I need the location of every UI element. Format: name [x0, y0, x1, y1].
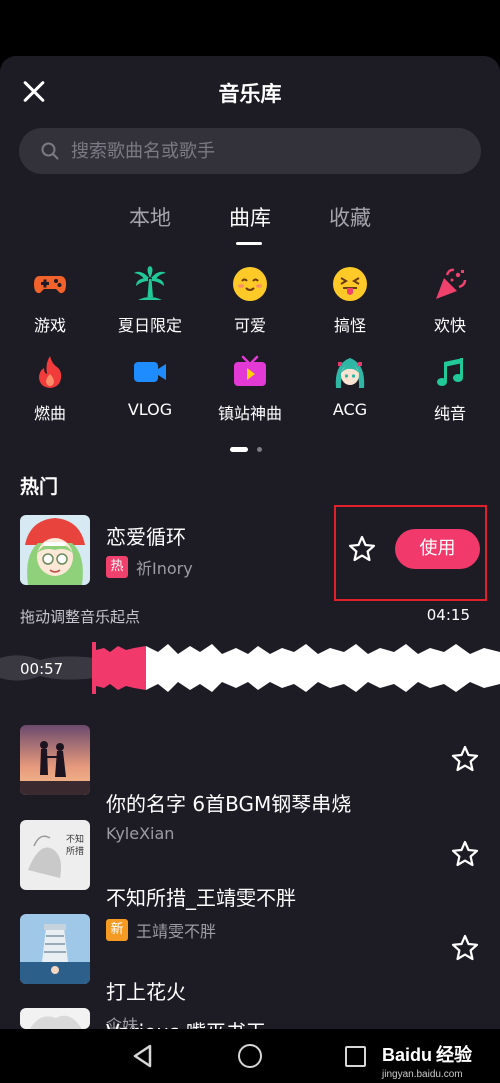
category-label: 可爱 — [233, 316, 266, 335]
category-label: 纯音 — [433, 404, 466, 423]
category-label: 搞怪 — [333, 316, 366, 335]
hot-badge: 热 — [106, 556, 128, 578]
category-summer[interactable]: 夏日限定 — [100, 266, 200, 346]
fireworks-cover-art — [20, 914, 90, 984]
category-hot[interactable]: 燃曲 — [0, 354, 100, 434]
category-cute[interactable]: 可爱 — [200, 266, 300, 346]
song-title: 不知所措_王靖雯不胖 — [106, 886, 296, 910]
star-icon[interactable] — [451, 840, 479, 868]
song-artist-line: 新王靖雯不胖 — [106, 918, 216, 942]
category-pure-music[interactable]: 纯音 — [400, 354, 500, 434]
cover-title-line: 不知 — [66, 833, 84, 845]
tab-library[interactable]: 曲库 — [200, 202, 300, 232]
sketch-cover-art: 不知 所措 — [20, 820, 90, 890]
party-popper-icon — [436, 268, 467, 299]
anime-cover-art — [20, 515, 90, 585]
page-indicator — [230, 445, 270, 453]
drag-hint: 拖动调整音乐起点 — [20, 608, 141, 626]
category-game[interactable]: 游戏 — [0, 266, 100, 346]
song-title: 你的名字 6首BGM钢琴串烧 — [106, 792, 352, 816]
category-station[interactable]: 镇站神曲 — [200, 354, 300, 434]
search-input[interactable] — [71, 128, 451, 174]
header: 音乐库 — [0, 56, 500, 128]
cover-title-line: 所措 — [66, 845, 84, 857]
category-label: 夏日限定 — [117, 316, 182, 335]
home-icon[interactable] — [238, 1044, 262, 1068]
category-vlog[interactable]: VLOG — [100, 354, 200, 434]
category-label: 燃曲 — [33, 404, 66, 423]
star-icon[interactable] — [451, 934, 479, 962]
page-title: 音乐库 — [218, 82, 282, 106]
page-dot — [257, 447, 262, 452]
gamepad-icon — [34, 276, 66, 294]
tab-favorites[interactable]: 收藏 — [300, 202, 400, 232]
song-artist: 王靖雯不胖 — [136, 922, 217, 941]
song-duration: 04:15 — [426, 606, 470, 624]
song-cover[interactable]: 不知 所措 — [20, 820, 90, 890]
start-time: 00:57 — [20, 660, 64, 678]
tv-icon — [234, 355, 266, 386]
category-cheerful[interactable]: 欢快 — [400, 266, 500, 346]
song-artist: 祈Inory — [136, 559, 193, 578]
search-icon — [41, 142, 59, 160]
video-camera-icon — [134, 362, 166, 382]
song-artist-line: 热祈Inory — [106, 555, 193, 579]
section-title: 热门 — [20, 476, 59, 498]
category-label: ACG — [332, 400, 368, 419]
your-name-cover-art — [20, 725, 90, 795]
svg-text:jingyan.baidu.com: jingyan.baidu.com — [381, 1069, 463, 1080]
song-cover[interactable] — [20, 914, 90, 984]
status-area — [0, 0, 500, 56]
svg-text:Baidu: Baidu — [382, 1045, 432, 1065]
song-cover[interactable] — [20, 725, 90, 795]
baidu-watermark-logo: Baidu 经验 jingyan.baidu.com — [381, 1044, 473, 1080]
category-acg[interactable]: ACG — [300, 354, 400, 434]
palm-tree-icon — [134, 266, 166, 300]
category-label: 游戏 — [33, 316, 66, 335]
music-note-icon — [437, 358, 463, 386]
new-badge: 新 — [106, 919, 128, 941]
star-icon[interactable] — [348, 535, 376, 563]
category-label: 欢快 — [433, 316, 466, 335]
use-button[interactable]: 使用 — [395, 529, 480, 569]
search-bar[interactable] — [19, 128, 481, 174]
music-library-sheet: 音乐库 本地 曲库 收藏 游戏 — [0, 56, 500, 1029]
back-icon[interactable] — [130, 1043, 156, 1069]
tab-bar: 本地 曲库 收藏 — [0, 202, 500, 248]
category-label: 镇站神曲 — [217, 404, 282, 423]
song-title: 恋爱循环 — [106, 525, 186, 549]
category-funny[interactable]: 搞怪 — [300, 266, 400, 346]
recent-apps-icon[interactable] — [345, 1046, 366, 1067]
page-dot-active — [230, 447, 248, 452]
song-cover[interactable] — [20, 515, 90, 585]
waveform-start-handle — [92, 642, 96, 694]
tab-local[interactable]: 本地 — [100, 202, 200, 232]
category-label: VLOG — [127, 400, 173, 419]
flame-icon — [39, 356, 62, 388]
anime-character-icon — [335, 358, 365, 388]
song-title: 打上花火 — [106, 980, 186, 1004]
song-cover[interactable] — [20, 1008, 90, 1029]
smiley-face-icon — [233, 267, 267, 301]
song-artist: KyleXian — [106, 824, 175, 843]
tongue-face-icon — [333, 267, 367, 301]
system-nav-bar: Baidu 经验 jingyan.baidu.com — [0, 1029, 500, 1083]
svg-text:经验: 经验 — [436, 1044, 473, 1066]
waveform[interactable] — [0, 642, 500, 694]
tab-active-indicator — [236, 242, 262, 245]
star-icon[interactable] — [451, 745, 479, 773]
song-title-partial: Various 嘴巫书玉 — [106, 1016, 266, 1029]
